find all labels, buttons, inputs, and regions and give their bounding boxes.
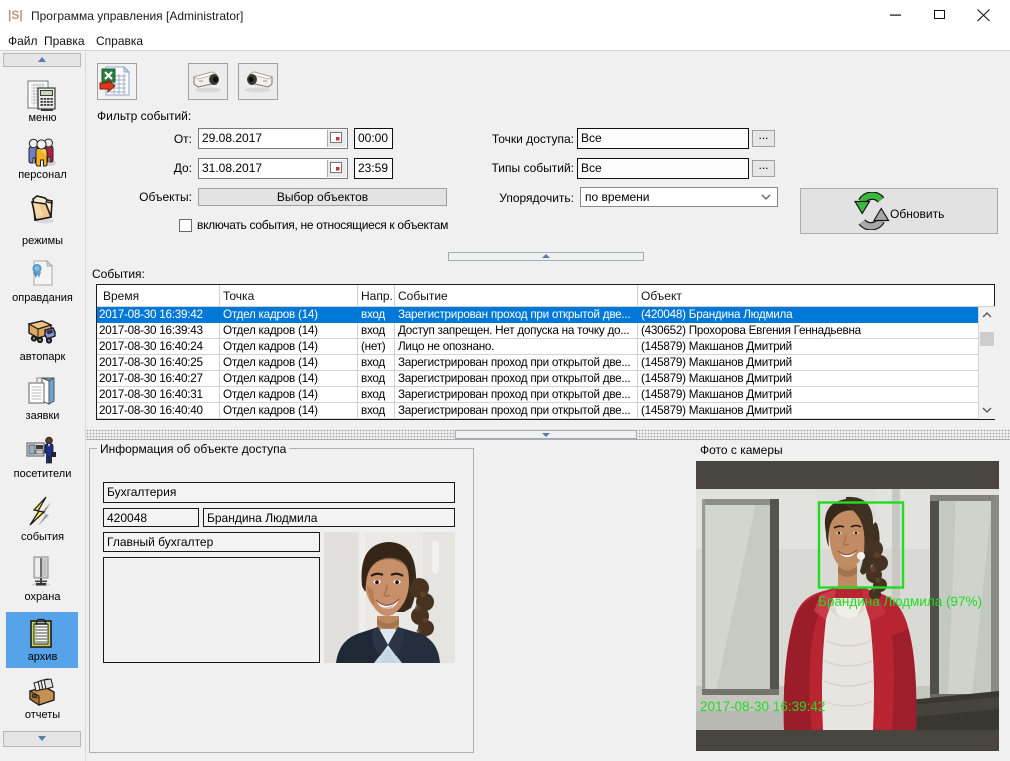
svg-text:2017-08-30 16:39:42: 2017-08-30 16:39:42 — [700, 699, 825, 714]
svg-text:Брандина Людмила (97%): Брандина Людмила (97%) — [818, 594, 982, 609]
